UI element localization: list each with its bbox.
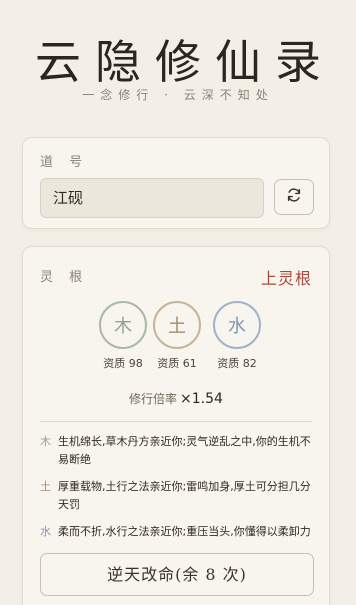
refresh-name-button[interactable]: [274, 179, 314, 215]
root-water-quality: 资质 82: [217, 357, 257, 370]
page-subtitle: 一念修行 · 云深不知处: [82, 88, 274, 102]
trait-water: 水 柔而不折,水行之法亲近你;重压当头,你懂得以柔卸力: [40, 523, 317, 541]
trait-wood: 木 生机绵长,草木丹方亲近你;灵气逆乱之中,你的生机不易断绝: [40, 433, 317, 469]
trait-wood-element: 木: [40, 435, 51, 448]
trait-water-text: 柔而不折,水行之法亲近你;重压当头,你懂得以柔卸力: [58, 525, 311, 538]
defy-fate-button[interactable]: 逆天改命(余 8 次): [40, 553, 314, 596]
root-water: 水 资质 82: [207, 301, 267, 371]
root-water-circle: 水: [213, 301, 261, 349]
trait-earth-element: 土: [40, 480, 51, 493]
dao-name-field[interactable]: 江砚: [40, 178, 264, 218]
trait-earth: 土 厚重载物,土行之法亲近你;雷鸣加身,厚土可分担几分天罚: [40, 478, 317, 514]
name-label: 道 号: [40, 155, 89, 170]
trait-water-element: 水: [40, 525, 51, 538]
rate-label: 修行倍率: [129, 392, 178, 406]
refresh-icon: [286, 187, 302, 207]
name-card: 道 号 江砚: [22, 137, 330, 229]
spirit-root-label: 灵 根: [40, 270, 89, 285]
trait-earth-text: 厚重载物,土行之法亲近你;雷鸣加身,厚土可分担几分天罚: [58, 480, 311, 511]
rate-value: ×1.54: [180, 391, 223, 407]
root-grade: 上灵根: [260, 269, 312, 288]
trait-list: 木 生机绵长,草木丹方亲近你;灵气逆乱之中,你的生机不易断绝 土 厚重载物,土行…: [40, 433, 317, 550]
cultivation-rate: 修行倍率 ×1.54: [23, 390, 329, 407]
trait-wood-text: 生机绵长,草木丹方亲近你;灵气逆乱之中,你的生机不易断绝: [58, 435, 311, 466]
page-title: 云隐修仙录: [35, 35, 335, 89]
root-earth-quality: 资质 61: [157, 357, 197, 370]
root-list: 木 资质 98 土 资质 61 水 资质 82: [23, 301, 329, 373]
root-wood-circle: 木: [99, 301, 147, 349]
divider: [40, 421, 312, 422]
spirit-root-card: 灵 根 上灵根 木 资质 98 土 资质 61 水 资质 82 修行倍率 ×1.5…: [22, 246, 330, 605]
root-earth-circle: 土: [153, 301, 201, 349]
root-earth: 土 资质 61: [147, 301, 207, 371]
root-wood-quality: 资质 98: [103, 357, 143, 370]
root-wood: 木 资质 98: [93, 301, 153, 371]
